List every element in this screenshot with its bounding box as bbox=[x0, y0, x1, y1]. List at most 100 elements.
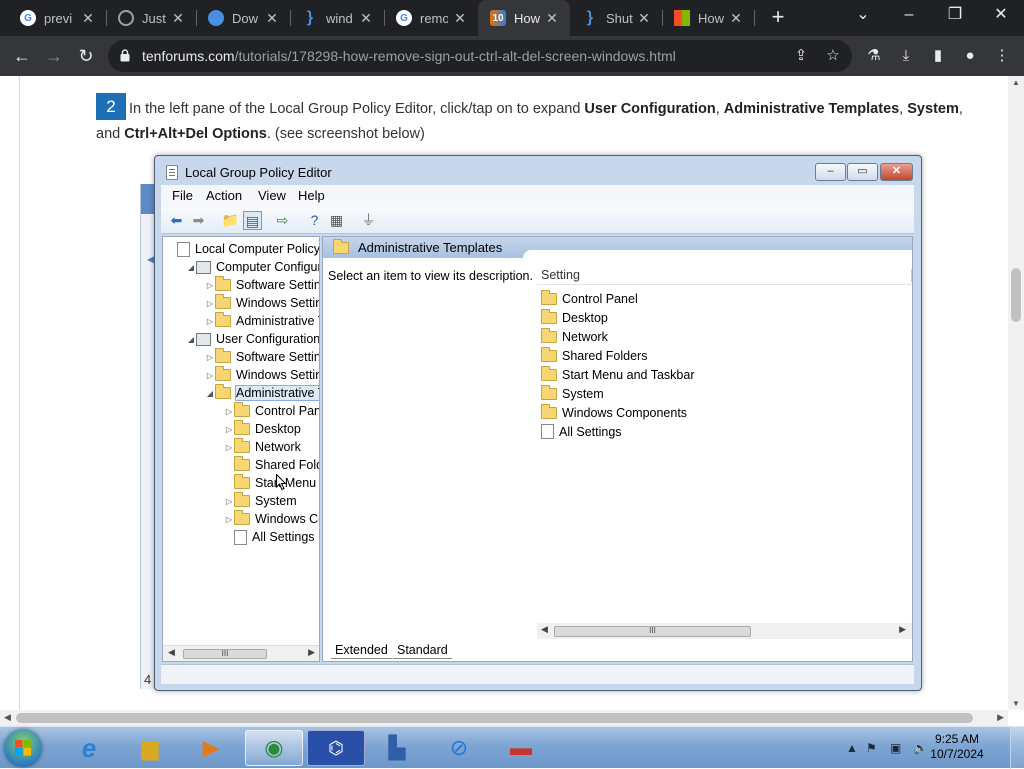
tree-scroll-thumb[interactable]: III bbox=[183, 649, 267, 659]
expand-arrow-icon[interactable]: ▷ bbox=[205, 281, 215, 290]
collapse-arrow-icon[interactable]: ◢ bbox=[186, 335, 196, 344]
expand-arrow-icon[interactable]: ▷ bbox=[224, 443, 234, 452]
up-folder-icon[interactable]: 📁 bbox=[221, 211, 240, 230]
close-tab-icon[interactable]: ✕ bbox=[358, 10, 374, 26]
close-tab-icon[interactable]: ✕ bbox=[264, 10, 280, 26]
scroll-up-arrow-icon[interactable]: ▲ bbox=[1012, 78, 1020, 87]
visual-studio-code-icon[interactable]: ⌬ bbox=[307, 730, 365, 766]
list-item[interactable]: System bbox=[541, 384, 604, 403]
tree-node[interactable]: ▷ Windows Setting bbox=[205, 366, 319, 384]
list-item[interactable]: Control Panel bbox=[541, 289, 638, 308]
browser-app-icon[interactable]: ⊘ bbox=[430, 730, 488, 766]
list-item[interactable]: Windows Components bbox=[541, 403, 687, 422]
page-hscroll-thumb[interactable] bbox=[16, 713, 973, 723]
address-bar[interactable]: tenforums.com/tutorials/178298-how-remov… bbox=[108, 40, 852, 72]
collapse-arrow-icon[interactable]: ◢ bbox=[205, 389, 215, 398]
expand-arrow-icon[interactable]: ▷ bbox=[205, 353, 215, 362]
forward-button[interactable]: → bbox=[42, 44, 66, 68]
toolbox-app-icon[interactable]: ▬ bbox=[492, 730, 550, 766]
back-button[interactable]: ← bbox=[10, 44, 34, 68]
collapse-arrow-icon[interactable]: ◢ bbox=[186, 263, 196, 272]
minimize-button[interactable]: – bbox=[886, 0, 932, 36]
expand-arrow-icon[interactable]: ▷ bbox=[224, 425, 234, 434]
tab-search-icon[interactable]: ⌄ bbox=[840, 0, 886, 36]
list-item[interactable]: Network bbox=[541, 327, 608, 346]
close-tab-icon[interactable]: ✕ bbox=[80, 10, 96, 26]
tree-node[interactable]: ▷ System bbox=[224, 492, 297, 510]
close-tab-icon[interactable]: ✕ bbox=[544, 10, 560, 26]
network-app-icon[interactable]: ▙ bbox=[368, 730, 426, 766]
tree-node[interactable]: ▷ Windows Setting bbox=[205, 294, 319, 312]
tree-node[interactable]: ◢ Computer Configura bbox=[186, 258, 319, 276]
chrome-icon[interactable]: ◉ bbox=[245, 730, 303, 766]
scroll-left-arrow-icon[interactable]: ◀ bbox=[4, 712, 11, 723]
menu-file[interactable]: File bbox=[172, 188, 193, 203]
page-horizontal-scrollbar[interactable]: ◀ ▶ bbox=[0, 710, 1008, 726]
profile-icon[interactable]: ● bbox=[960, 46, 980, 66]
tree-node[interactable]: All Settings bbox=[224, 528, 315, 546]
show-desktop-button[interactable] bbox=[1010, 727, 1024, 769]
scroll-right-arrow-icon[interactable]: ▶ bbox=[997, 712, 1004, 723]
forward-arrow-icon[interactable]: ➡ bbox=[189, 211, 208, 230]
close-tab-icon[interactable]: ✕ bbox=[170, 10, 186, 26]
tab-extended[interactable]: Extended bbox=[331, 643, 392, 659]
expand-arrow-icon[interactable]: ▷ bbox=[224, 407, 234, 416]
list-item[interactable]: Desktop bbox=[541, 308, 608, 327]
expand-arrow-icon[interactable]: ▷ bbox=[224, 497, 234, 506]
start-button[interactable] bbox=[4, 729, 42, 767]
tree-node[interactable]: ▷ Windows Cor bbox=[224, 510, 319, 528]
filter-icon[interactable]: ⏚ bbox=[359, 211, 378, 230]
new-tab-button[interactable]: + bbox=[766, 6, 790, 30]
tab-5[interactable]: 10 How ✕ bbox=[478, 0, 570, 36]
gpedit-minimize-button[interactable]: – bbox=[815, 163, 846, 181]
tab-4[interactable]: Gremo ✕ bbox=[384, 0, 478, 36]
tab-7[interactable]: How ✕ bbox=[662, 0, 755, 36]
tree-node[interactable]: ▷ Software Settings bbox=[205, 348, 319, 366]
expand-arrow-icon[interactable]: ▷ bbox=[224, 515, 234, 524]
expand-arrow-icon[interactable]: ▷ bbox=[205, 317, 215, 326]
tree-horizontal-scrollbar[interactable]: ◀ III ▶ bbox=[163, 645, 319, 661]
show-hidden-icons-icon[interactable]: ▲ bbox=[846, 741, 858, 755]
tab-2[interactable]: Dow ✕ bbox=[196, 0, 291, 36]
show-hide-tree-icon[interactable]: ▤ bbox=[243, 211, 262, 230]
tab-6[interactable]: } Shut ✕ bbox=[570, 0, 663, 36]
tree-node[interactable]: ▷ Desktop bbox=[224, 420, 301, 438]
scroll-left-arrow-icon[interactable]: ◀ bbox=[541, 624, 548, 635]
reload-button[interactable]: ↻ bbox=[74, 44, 98, 68]
tree-node[interactable]: Local Computer Policy bbox=[167, 240, 319, 258]
list-item[interactable]: Shared Folders bbox=[541, 346, 647, 365]
system-clock[interactable]: 9:25 AM 10/7/2024 bbox=[930, 732, 984, 762]
properties-icon[interactable]: ▦ bbox=[327, 211, 346, 230]
share-icon[interactable]: ⇪ bbox=[792, 47, 810, 65]
page-scroll-thumb[interactable] bbox=[1011, 268, 1021, 322]
action-center-flag-icon[interactable]: ⚑ bbox=[866, 741, 877, 755]
restore-button[interactable]: ❐ bbox=[932, 0, 978, 36]
scroll-down-arrow-icon[interactable]: ▼ bbox=[1012, 699, 1020, 708]
tree-node[interactable]: ▷ Control Panel bbox=[224, 402, 319, 420]
downloads-icon[interactable]: ⤓ bbox=[896, 46, 916, 66]
scroll-right-arrow-icon[interactable]: ▶ bbox=[899, 624, 906, 635]
gpedit-maximize-button[interactable]: ▭ bbox=[847, 163, 878, 181]
back-arrow-icon[interactable]: ⬅ bbox=[167, 211, 186, 230]
tree-node[interactable]: Start Menu ar bbox=[224, 474, 319, 492]
list-scroll-thumb[interactable]: III bbox=[554, 626, 751, 637]
tab-0[interactable]: Gprevi ✕ bbox=[8, 0, 107, 36]
volume-icon[interactable]: 🔈 bbox=[913, 741, 928, 755]
labs-flask-icon[interactable]: ⚗ bbox=[864, 46, 884, 66]
tab-standard[interactable]: Standard bbox=[393, 643, 452, 659]
menu-action[interactable]: Action bbox=[206, 188, 242, 203]
internet-explorer-icon[interactable]: e bbox=[60, 730, 118, 766]
tree-node[interactable]: ▷ Administrative Te bbox=[205, 312, 319, 330]
media-player-icon[interactable]: ▶ bbox=[182, 730, 240, 766]
bookmark-star-icon[interactable]: ☆ bbox=[824, 47, 842, 65]
close-tab-icon[interactable]: ✕ bbox=[636, 10, 652, 26]
tree-node[interactable]: ▷ Network bbox=[224, 438, 301, 456]
tab-1[interactable]: Just a✕ bbox=[106, 0, 197, 36]
tree-node-selected[interactable]: ◢ Administrative Te bbox=[205, 384, 319, 402]
expand-arrow-icon[interactable]: ▷ bbox=[205, 299, 215, 308]
tree-node[interactable]: Shared Folder bbox=[224, 456, 319, 474]
tree-node[interactable]: ▷ Software Settings bbox=[205, 276, 319, 294]
help-icon[interactable]: ? bbox=[305, 211, 324, 230]
list-horizontal-scrollbar[interactable]: ◀ III ▶ bbox=[537, 623, 912, 639]
close-window-button[interactable]: ✕ bbox=[978, 0, 1024, 36]
